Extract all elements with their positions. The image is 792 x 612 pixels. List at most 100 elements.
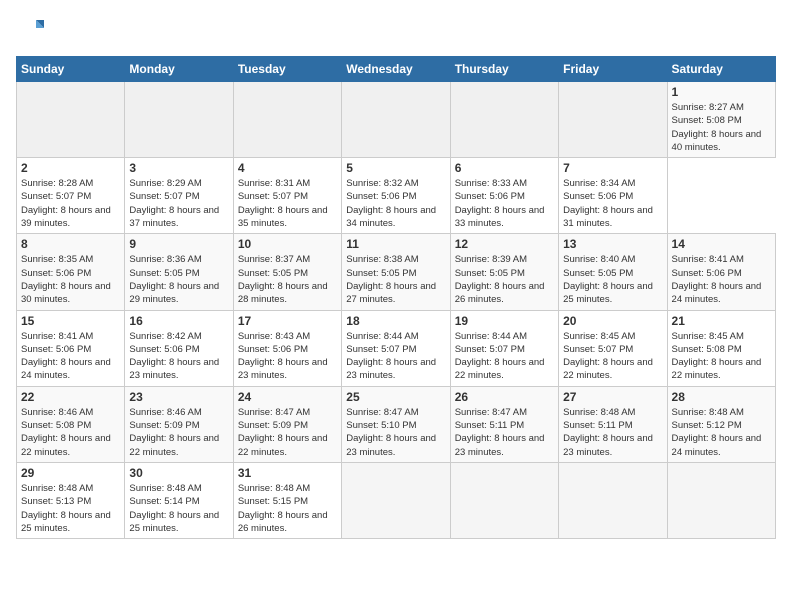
- calendar-cell: 13Sunrise: 8:40 AMSunset: 5:05 PMDayligh…: [559, 234, 667, 310]
- calendar-cell: 21 Sunrise: 8:45 AMSunset: 5:08 PMDayligh…: [667, 310, 775, 386]
- day-number: 30: [129, 466, 228, 480]
- day-number: 22: [21, 390, 120, 404]
- day-info: Sunrise: 8:48 AMSunset: 5:13 PMDaylight:…: [21, 482, 120, 535]
- day-info: Sunrise: 8:41 AMSunset: 5:06 PMDaylight:…: [672, 253, 771, 306]
- logo-icon: [16, 16, 44, 44]
- calendar-cell: [342, 82, 450, 158]
- calendar-cell: 27 Sunrise: 8:48 AMSunset: 5:11 PMDayligh…: [559, 386, 667, 462]
- logo: [16, 16, 46, 44]
- day-info: Sunrise: 8:47 AMSunset: 5:11 PMDaylight:…: [455, 406, 554, 459]
- day-number: 10: [238, 237, 337, 251]
- week-row-1: 1Sunrise: 8:27 AMSunset: 5:08 PMDaylight…: [17, 82, 776, 158]
- day-number: 16: [129, 314, 228, 328]
- calendar-cell: 5Sunrise: 8:32 AMSunset: 5:06 PMDaylight…: [342, 158, 450, 234]
- day-number: 31: [238, 466, 337, 480]
- day-number: 17: [238, 314, 337, 328]
- calendar-cell: [450, 462, 558, 538]
- day-info: Sunrise: 8:44 AMSunset: 5:07 PMDaylight:…: [346, 330, 445, 383]
- day-number: 19: [455, 314, 554, 328]
- calendar-cell: 11 Sunrise: 8:38 AMSunset: 5:05 PMDayligh…: [342, 234, 450, 310]
- day-info: Sunrise: 8:48 AMSunset: 5:12 PMDaylight:…: [672, 406, 771, 459]
- day-number: 4: [238, 161, 337, 175]
- calendar-container: SundayMondayTuesdayWednesdayThursdayFrid…: [0, 0, 792, 549]
- day-info: Sunrise: 8:42 AMSunset: 5:06 PMDaylight:…: [129, 330, 228, 383]
- day-number: 27: [563, 390, 662, 404]
- calendar-cell: 6Sunrise: 8:33 AMSunset: 5:06 PMDaylight…: [450, 158, 558, 234]
- calendar-cell: 24Sunrise: 8:47 AMSunset: 5:09 PMDayligh…: [233, 386, 341, 462]
- day-number: 21: [672, 314, 771, 328]
- calendar-cell: 3 Sunrise: 8:29 AMSunset: 5:07 PMDaylight…: [125, 158, 233, 234]
- day-info: Sunrise: 8:46 AMSunset: 5:08 PMDaylight:…: [21, 406, 120, 459]
- day-number: 28: [672, 390, 771, 404]
- calendar-cell: 10 Sunrise: 8:37 AMSunset: 5:05 PMDayligh…: [233, 234, 341, 310]
- day-number: 14: [672, 237, 771, 251]
- week-row-6: 29 Sunrise: 8:48 AMSunset: 5:13 PMDayligh…: [17, 462, 776, 538]
- day-number: 9: [129, 237, 228, 251]
- calendar-cell: 16 Sunrise: 8:42 AMSunset: 5:06 PMDayligh…: [125, 310, 233, 386]
- day-info: Sunrise: 8:46 AMSunset: 5:09 PMDaylight:…: [129, 406, 228, 459]
- day-number: 5: [346, 161, 445, 175]
- day-number: 7: [563, 161, 662, 175]
- day-info: Sunrise: 8:33 AMSunset: 5:06 PMDaylight:…: [455, 177, 554, 230]
- header-row: SundayMondayTuesdayWednesdayThursdayFrid…: [17, 57, 776, 82]
- week-row-4: 15 Sunrise: 8:41 AMSunset: 5:06 PMDayligh…: [17, 310, 776, 386]
- calendar-cell: 7Sunrise: 8:34 AMSunset: 5:06 PMDaylight…: [559, 158, 667, 234]
- day-info: Sunrise: 8:41 AMSunset: 5:06 PMDaylight:…: [21, 330, 120, 383]
- day-number: 12: [455, 237, 554, 251]
- day-info: Sunrise: 8:48 AMSunset: 5:11 PMDaylight:…: [563, 406, 662, 459]
- day-info: Sunrise: 8:47 AMSunset: 5:09 PMDaylight:…: [238, 406, 337, 459]
- calendar-cell: [559, 462, 667, 538]
- day-number: 1: [672, 85, 771, 99]
- day-info: Sunrise: 8:48 AMSunset: 5:15 PMDaylight:…: [238, 482, 337, 535]
- calendar-cell: [233, 82, 341, 158]
- calendar-cell: 2 Sunrise: 8:28 AMSunset: 5:07 PMDaylight…: [17, 158, 125, 234]
- day-info: Sunrise: 8:48 AMSunset: 5:14 PMDaylight:…: [129, 482, 228, 535]
- day-info: Sunrise: 8:39 AMSunset: 5:05 PMDaylight:…: [455, 253, 554, 306]
- header: [16, 16, 776, 44]
- col-header-monday: Monday: [125, 57, 233, 82]
- day-number: 11: [346, 237, 445, 251]
- calendar-cell: [342, 462, 450, 538]
- day-number: 29: [21, 466, 120, 480]
- calendar-cell: [559, 82, 667, 158]
- calendar-cell: 28 Sunrise: 8:48 AMSunset: 5:12 PMDayligh…: [667, 386, 775, 462]
- day-info: Sunrise: 8:44 AMSunset: 5:07 PMDaylight:…: [455, 330, 554, 383]
- day-number: 2: [21, 161, 120, 175]
- col-header-thursday: Thursday: [450, 57, 558, 82]
- day-info: Sunrise: 8:45 AMSunset: 5:07 PMDaylight:…: [563, 330, 662, 383]
- calendar-cell: 29 Sunrise: 8:48 AMSunset: 5:13 PMDayligh…: [17, 462, 125, 538]
- calendar-cell: 26Sunrise: 8:47 AMSunset: 5:11 PMDayligh…: [450, 386, 558, 462]
- day-info: Sunrise: 8:37 AMSunset: 5:05 PMDaylight:…: [238, 253, 337, 306]
- week-row-5: 22 Sunrise: 8:46 AMSunset: 5:08 PMDayligh…: [17, 386, 776, 462]
- week-row-3: 8Sunrise: 8:35 AMSunset: 5:06 PMDaylight…: [17, 234, 776, 310]
- col-header-sunday: Sunday: [17, 57, 125, 82]
- calendar-cell: 8Sunrise: 8:35 AMSunset: 5:06 PMDaylight…: [17, 234, 125, 310]
- col-header-wednesday: Wednesday: [342, 57, 450, 82]
- calendar-cell: 31 Sunrise: 8:48 AMSunset: 5:15 PMDayligh…: [233, 462, 341, 538]
- day-number: 8: [21, 237, 120, 251]
- day-number: 20: [563, 314, 662, 328]
- col-header-friday: Friday: [559, 57, 667, 82]
- col-header-saturday: Saturday: [667, 57, 775, 82]
- day-number: 25: [346, 390, 445, 404]
- day-number: 13: [563, 237, 662, 251]
- calendar-cell: 17 Sunrise: 8:43 AMSunset: 5:06 PMDayligh…: [233, 310, 341, 386]
- calendar-cell: 4 Sunrise: 8:31 AMSunset: 5:07 PMDaylight…: [233, 158, 341, 234]
- day-info: Sunrise: 8:28 AMSunset: 5:07 PMDaylight:…: [21, 177, 120, 230]
- calendar-cell: [450, 82, 558, 158]
- col-header-tuesday: Tuesday: [233, 57, 341, 82]
- calendar-cell: 30 Sunrise: 8:48 AMSunset: 5:14 PMDayligh…: [125, 462, 233, 538]
- day-info: Sunrise: 8:45 AMSunset: 5:08 PMDaylight:…: [672, 330, 771, 383]
- day-info: Sunrise: 8:38 AMSunset: 5:05 PMDaylight:…: [346, 253, 445, 306]
- day-number: 3: [129, 161, 228, 175]
- calendar-cell: 12 Sunrise: 8:39 AMSunset: 5:05 PMDayligh…: [450, 234, 558, 310]
- calendar-cell: 14 Sunrise: 8:41 AMSunset: 5:06 PMDayligh…: [667, 234, 775, 310]
- day-number: 15: [21, 314, 120, 328]
- calendar-cell: 22 Sunrise: 8:46 AMSunset: 5:08 PMDayligh…: [17, 386, 125, 462]
- day-info: Sunrise: 8:31 AMSunset: 5:07 PMDaylight:…: [238, 177, 337, 230]
- calendar-cell: 23Sunrise: 8:46 AMSunset: 5:09 PMDayligh…: [125, 386, 233, 462]
- day-info: Sunrise: 8:43 AMSunset: 5:06 PMDaylight:…: [238, 330, 337, 383]
- calendar-cell: 19 Sunrise: 8:44 AMSunset: 5:07 PMDayligh…: [450, 310, 558, 386]
- day-info: Sunrise: 8:29 AMSunset: 5:07 PMDaylight:…: [129, 177, 228, 230]
- calendar-cell: 1Sunrise: 8:27 AMSunset: 5:08 PMDaylight…: [667, 82, 775, 158]
